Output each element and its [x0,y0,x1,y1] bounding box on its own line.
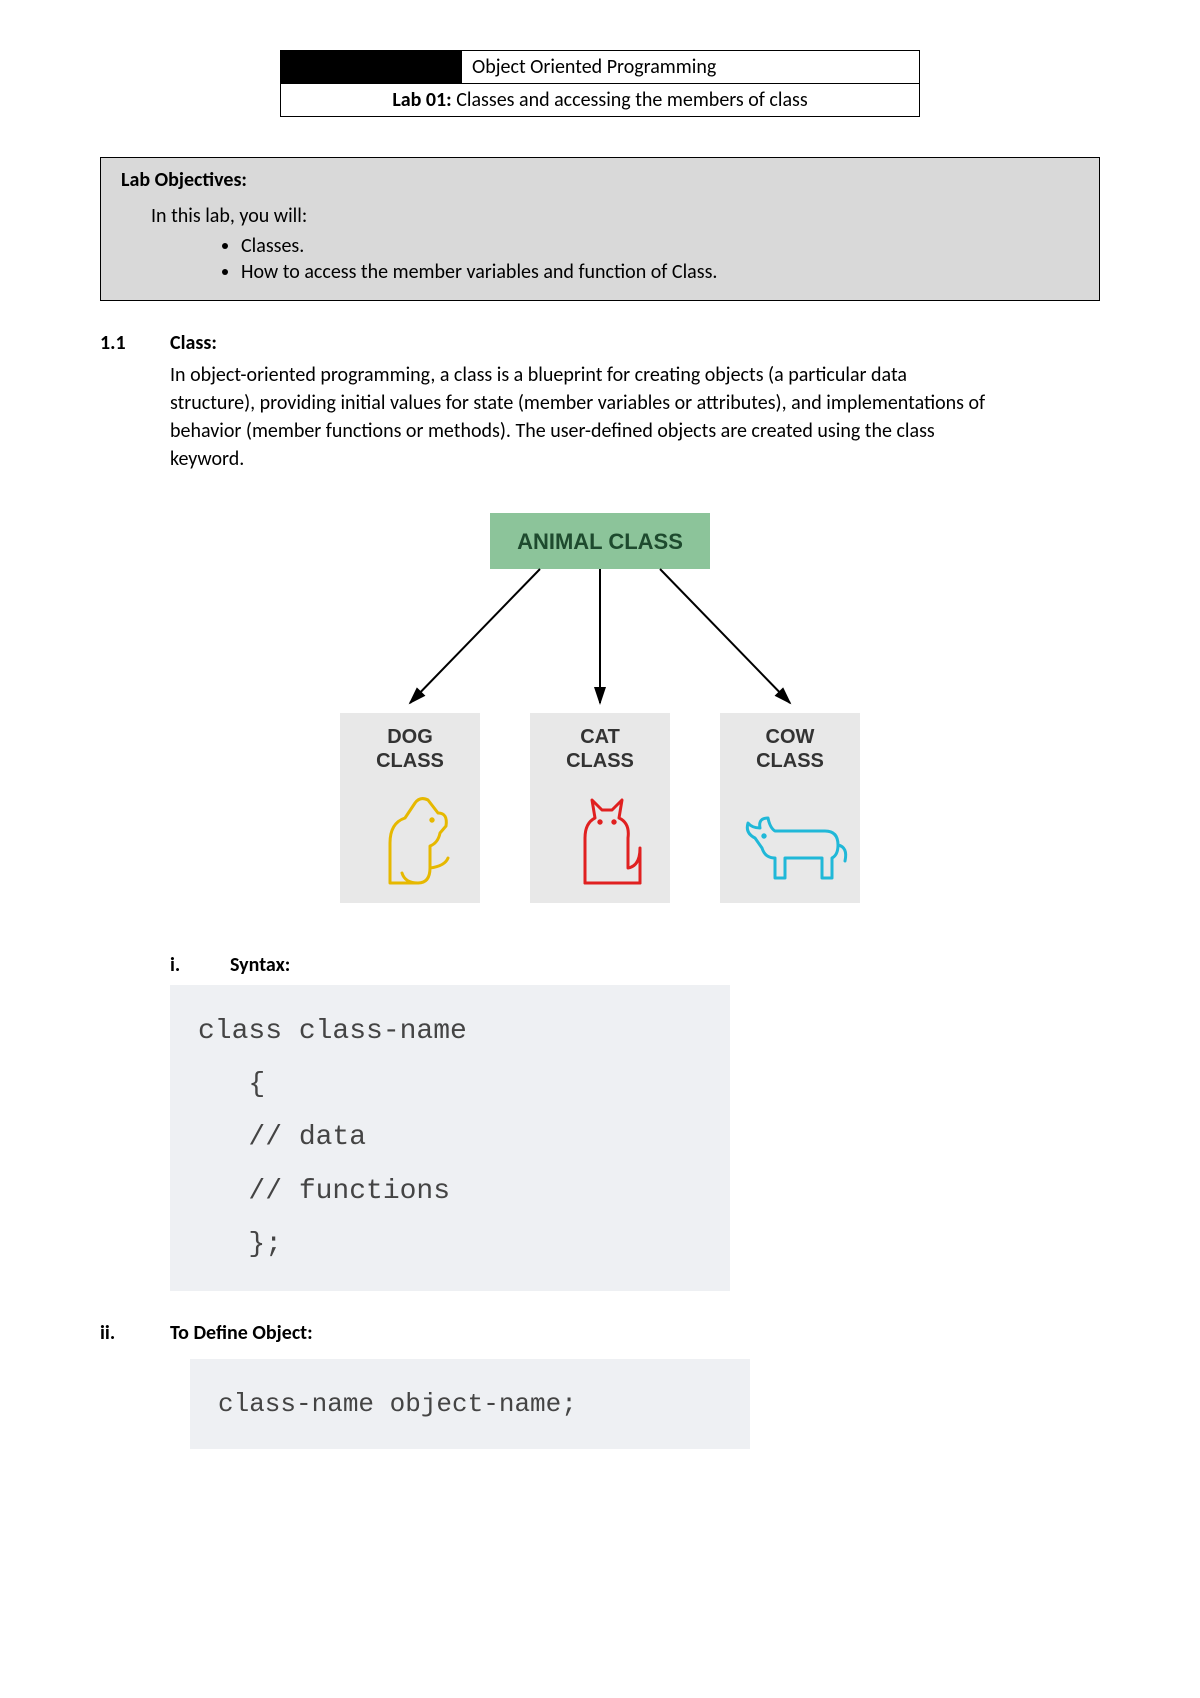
section-header: 1.1 Class: [100,331,1100,355]
objectives-box: Lab Objectives: In this lab, you will: C… [100,157,1100,301]
diagram-child-label: CAT [580,726,620,748]
objectives-heading: Lab Objectives: [121,168,1079,192]
diagram-child-label: CLASS [566,750,634,772]
diagram-svg: ANIMAL CLASS DOG CLASS CAT CLASS COW CLA… [320,503,880,923]
class-diagram: ANIMAL CLASS DOG CLASS CAT CLASS COW CLA… [100,503,1100,923]
subsection-number: ii. [100,1321,170,1345]
header-table: Object Oriented Programming Lab 01: Clas… [280,50,920,117]
section-title: Class: [170,331,217,355]
subsection-title: Syntax: [230,953,290,977]
code-block-syntax: class class-name { // data // functions … [170,985,730,1291]
list-item: How to access the member variables and f… [241,260,1079,284]
diagram-child-label: DOG [387,726,433,748]
course-title: Object Oriented Programming [462,51,920,84]
subsection-number: i. [170,953,230,977]
header-black-cell [281,51,462,84]
objectives-intro: In this lab, you will: [151,204,1079,228]
lab-label: Lab 01: [392,88,451,112]
diagram-child-label: CLASS [756,750,824,772]
objectives-list: Classes. How to access the member variab… [241,234,1079,284]
lab-title-cell: Lab 01: Classes and accessing the member… [281,84,920,117]
diagram-child-label: CLASS [376,750,444,772]
diagram-child-label: COW [766,726,815,748]
list-item: Classes. [241,234,1079,258]
code-block-object: class-name object-name; [190,1359,750,1449]
subsection-title: To Define Object: [170,1321,313,1345]
document-page: Object Oriented Programming Lab 01: Clas… [0,0,1200,1529]
subsection-i: i. Syntax: [170,953,1100,977]
diagram-parent-label: ANIMAL CLASS [517,529,683,554]
section-body: In object-oriented programming, a class … [170,361,990,473]
subsection-ii: ii. To Define Object: [100,1321,1100,1345]
lab-title-text: Classes and accessing the members of cla… [452,88,808,112]
section-number: 1.1 [100,331,170,355]
